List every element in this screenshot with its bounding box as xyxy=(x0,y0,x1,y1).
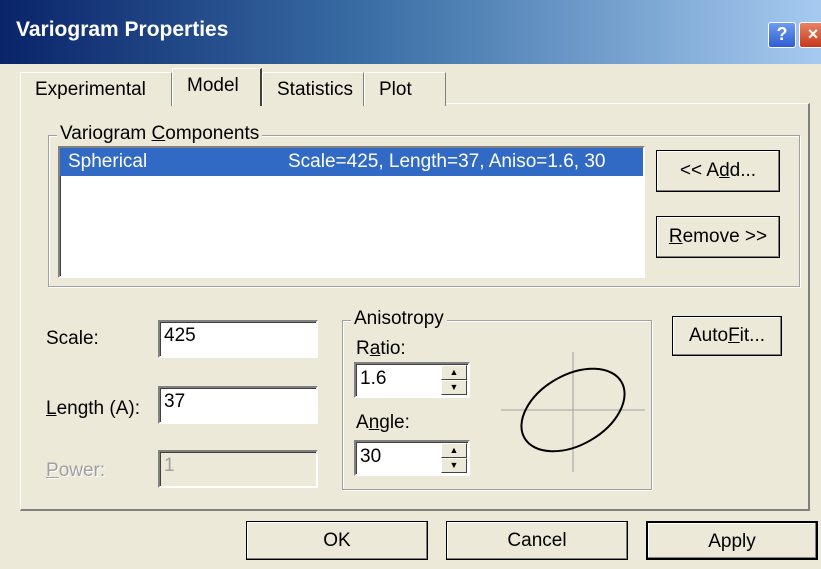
list-item[interactable]: Spherical Scale=425, Length=37, Aniso=1.… xyxy=(60,148,643,176)
tab-model[interactable]: Model xyxy=(172,68,262,106)
power-label: Power: xyxy=(46,460,106,481)
ok-button[interactable]: OK xyxy=(246,521,428,560)
ratio-up-icon[interactable]: ▲ xyxy=(441,365,467,380)
ratio-value: 1.6 xyxy=(360,368,387,389)
angle-down-icon[interactable]: ▼ xyxy=(441,458,467,473)
component-name: Spherical xyxy=(68,151,148,172)
tab-statistics[interactable]: Statistics xyxy=(262,72,364,106)
tab-plot[interactable]: Plot xyxy=(364,72,446,106)
length-input[interactable]: 37 xyxy=(158,386,318,424)
ratio-down-icon[interactable]: ▼ xyxy=(441,380,467,395)
ratio-spinner[interactable]: 1.6 ▲ ▼ xyxy=(354,362,470,398)
tab-label: Plot xyxy=(379,79,412,100)
length-label: Length (A): xyxy=(46,398,141,419)
title-bar: Variogram Properties ? × xyxy=(0,0,821,64)
tab-label: Model xyxy=(187,75,239,96)
help-icon: ? xyxy=(776,24,788,44)
ratio-label: Ratio: xyxy=(356,338,406,359)
remove-button[interactable]: Remove >> xyxy=(656,216,780,258)
tab-experimental[interactable]: Experimental xyxy=(20,72,172,106)
power-input: 1 xyxy=(158,450,318,488)
help-button[interactable]: ? xyxy=(768,22,796,48)
components-list[interactable]: Spherical Scale=425, Length=37, Aniso=1.… xyxy=(58,146,645,278)
window-title: Variogram Properties xyxy=(16,18,229,41)
angle-spinner[interactable]: 30 ▲ ▼ xyxy=(354,440,470,476)
apply-button[interactable]: Apply xyxy=(646,521,818,560)
close-icon: × xyxy=(807,24,819,44)
scale-input[interactable]: 425 xyxy=(158,320,318,358)
length-value: 37 xyxy=(164,391,186,412)
add-button[interactable]: << Add... xyxy=(656,150,780,192)
cancel-button[interactable]: Cancel xyxy=(446,521,628,560)
angle-value: 30 xyxy=(360,446,382,467)
scale-label: Scale: xyxy=(46,328,99,349)
angle-label: Angle: xyxy=(356,412,410,433)
power-value: 1 xyxy=(164,455,175,476)
anisotropy-ellipse-preview xyxy=(501,352,645,472)
tab-label: Statistics xyxy=(277,79,354,100)
scale-value: 425 xyxy=(164,325,196,346)
anisotropy-legend: Anisotropy xyxy=(351,308,447,330)
component-params: Scale=425, Length=37, Aniso=1.6, 30 xyxy=(288,151,606,172)
close-button[interactable]: × xyxy=(799,22,821,48)
tab-label: Experimental xyxy=(35,79,146,100)
components-legend: Variogram Components xyxy=(57,123,263,145)
angle-up-icon[interactable]: ▲ xyxy=(441,443,467,458)
autofit-button[interactable]: AutoFit... xyxy=(672,316,782,356)
